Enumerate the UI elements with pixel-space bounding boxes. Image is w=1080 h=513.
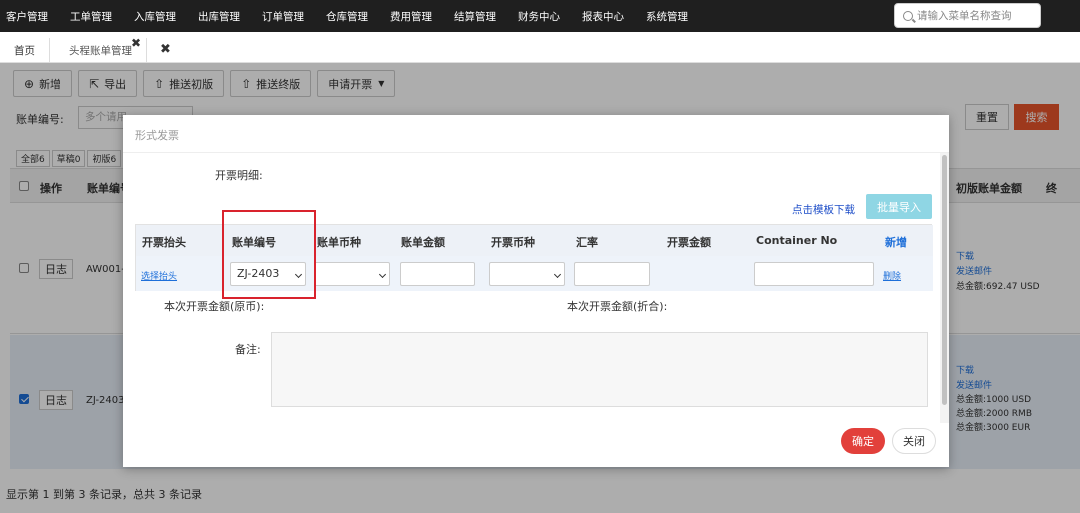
tab-home[interactable]: 首页 xyxy=(0,38,50,63)
exchange-rate-input[interactable] xyxy=(574,262,650,286)
menu-workorder[interactable]: 工单管理 xyxy=(70,9,112,24)
bulk-import-button[interactable]: 批量导入 xyxy=(866,194,932,219)
bill-currency-select[interactable] xyxy=(314,262,390,286)
template-download-link[interactable]: 点击模板下载 xyxy=(792,202,855,217)
add-row-link[interactable]: 新增 xyxy=(885,234,907,250)
sum-converted-label: 本次开票金额(折合): xyxy=(567,300,668,313)
menu-outbound[interactable]: 出库管理 xyxy=(198,9,240,24)
menu-report[interactable]: 报表中心 xyxy=(582,9,624,24)
delete-row-link[interactable]: 删除 xyxy=(883,269,901,282)
remark-label: 备注: xyxy=(235,343,261,356)
col-exchange-rate: 汇率 xyxy=(576,236,598,249)
close-all-tabs-icon[interactable]: ✖ xyxy=(160,42,171,57)
tab-close-icon[interactable]: ✖ xyxy=(131,36,141,50)
col-invoice-currency: 开票币种 xyxy=(491,236,535,249)
menu-settlement[interactable]: 结算管理 xyxy=(454,9,496,24)
main-menu: 客户管理 工单管理 入库管理 出库管理 订单管理 仓库管理 费用管理 结算管理 … xyxy=(0,0,710,32)
container-no-input[interactable] xyxy=(754,262,874,286)
menu-search-input[interactable]: 请输入菜单名称查询 xyxy=(894,3,1041,28)
invoice-detail-label: 开票明细: xyxy=(215,169,263,182)
menu-order[interactable]: 订单管理 xyxy=(262,9,304,24)
top-nav: 客户管理 工单管理 入库管理 出库管理 订单管理 仓库管理 费用管理 结算管理 … xyxy=(0,0,1080,32)
menu-inbound[interactable]: 入库管理 xyxy=(134,9,176,24)
remark-textarea[interactable] xyxy=(271,332,928,407)
col-bill-amount: 账单金额 xyxy=(401,236,445,249)
search-icon xyxy=(903,10,913,21)
scrollbar-thumb[interactable] xyxy=(942,155,947,405)
bill-amount-input[interactable] xyxy=(400,262,475,286)
invoice-currency-select[interactable] xyxy=(489,262,565,286)
highlight-box xyxy=(222,210,316,299)
col-invoice-header: 开票抬头 xyxy=(142,236,186,249)
confirm-button[interactable]: 确定 xyxy=(841,428,885,454)
divider xyxy=(123,152,949,153)
select-header-link[interactable]: 选择抬头 xyxy=(141,269,177,282)
menu-finance[interactable]: 财务中心 xyxy=(518,9,560,24)
proforma-invoice-dialog: 形式发票 开票明细: 点击模板下载 批量导入 开票抬头 账单编号 账单币种 账单… xyxy=(123,115,949,467)
menu-warehouse[interactable]: 仓库管理 xyxy=(326,9,368,24)
col-invoice-amount: 开票金额 xyxy=(667,236,711,249)
menu-fee[interactable]: 费用管理 xyxy=(390,9,432,24)
close-button[interactable]: 关闭 xyxy=(892,428,936,454)
col-container-no: Container No xyxy=(756,234,838,247)
menu-system[interactable]: 系统管理 xyxy=(646,9,688,24)
sum-original-label: 本次开票金额(原币): xyxy=(164,300,265,313)
dialog-title: 形式发票 xyxy=(135,129,179,142)
col-bill-currency: 账单币种 xyxy=(317,236,361,249)
chevron-down-icon xyxy=(553,270,562,279)
menu-search-placeholder: 请输入菜单名称查询 xyxy=(917,10,1012,22)
menu-customer[interactable]: 客户管理 xyxy=(6,9,48,24)
chevron-down-icon xyxy=(378,270,387,279)
